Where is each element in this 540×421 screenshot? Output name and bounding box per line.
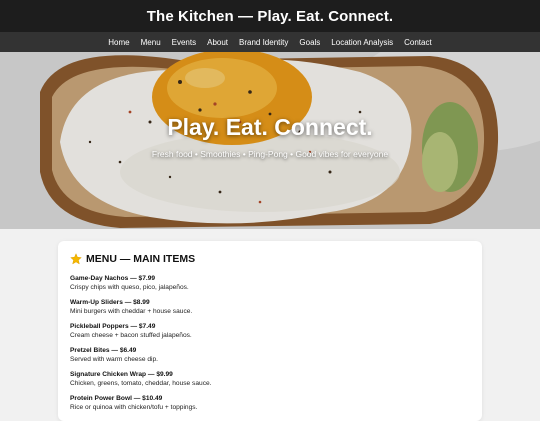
menu-item: Pickleball Poppers — $7.49 Cream cheese …	[70, 322, 470, 340]
menu-item-description: Served with warm cheese dip.	[70, 356, 158, 363]
menu-item: Pretzel Bites — $6.49 Served with warm c…	[70, 346, 470, 364]
nav-location-analysis[interactable]: Location Analysis	[331, 38, 393, 47]
hero-text: Play. Eat. Connect. Fresh food • Smoothi…	[0, 114, 540, 159]
site-title: The Kitchen — Play. Eat. Connect.	[146, 7, 394, 25]
menu-item-title: Pickleball Poppers — $7.49	[70, 323, 156, 330]
menu-item-title: Signature Chicken Wrap — $9.99	[70, 371, 173, 378]
menu-item-description: Mini burgers with cheddar + house sauce.	[70, 308, 193, 315]
menu-heading: MENU — MAIN ITEMS	[70, 253, 470, 265]
menu-item: Warm-Up Sliders — $8.99 Mini burgers wit…	[70, 298, 470, 316]
nav-menu[interactable]: Menu	[141, 38, 161, 47]
hero-heading: Play. Eat. Connect.	[167, 114, 373, 140]
menu-card: MENU — MAIN ITEMS Game-Day Nachos — $7.9…	[58, 241, 482, 421]
menu-item-description: Rice or quinoa with chicken/tofu + toppi…	[70, 404, 198, 411]
menu-item: Protein Power Bowl — $10.49 Rice or quin…	[70, 394, 470, 412]
nav-events[interactable]: Events	[172, 38, 196, 47]
menu-item-title: Protein Power Bowl — $10.49	[70, 395, 163, 402]
hero-subheading: Fresh food • Smoothies • Ping-Pong • Goo…	[151, 149, 389, 159]
menu-item-description: Crispy chips with queso, pico, jalapeños…	[70, 284, 189, 291]
menu-item-title: Pretzel Bites — $6.49	[70, 347, 137, 354]
menu-item: Signature Chicken Wrap — $9.99 Chicken, …	[70, 370, 470, 388]
hero-banner: Play. Eat. Connect. Fresh food • Smoothi…	[0, 52, 540, 229]
menu-heading-text: MENU — MAIN ITEMS	[86, 253, 196, 265]
nav-contact[interactable]: Contact	[404, 38, 432, 47]
menu-item-description: Cream cheese + bacon stuffed jalapeños.	[70, 332, 192, 339]
nav-home[interactable]: Home	[108, 38, 129, 47]
menu-item-title: Game-Day Nachos — $7.99	[70, 275, 156, 282]
main-nav: Home Menu Events About Brand Identity Go…	[0, 32, 540, 52]
nav-about[interactable]: About	[207, 38, 228, 47]
menu-item: Game-Day Nachos — $7.99 Crispy chips wit…	[70, 274, 470, 292]
menu-item-title: Warm-Up Sliders — $8.99	[70, 299, 150, 306]
star-icon	[70, 253, 82, 265]
nav-brand-identity[interactable]: Brand Identity	[239, 38, 288, 47]
nav-goals[interactable]: Goals	[299, 38, 320, 47]
site-header: The Kitchen — Play. Eat. Connect.	[0, 0, 540, 32]
menu-item-description: Chicken, greens, tomato, cheddar, house …	[70, 380, 212, 387]
